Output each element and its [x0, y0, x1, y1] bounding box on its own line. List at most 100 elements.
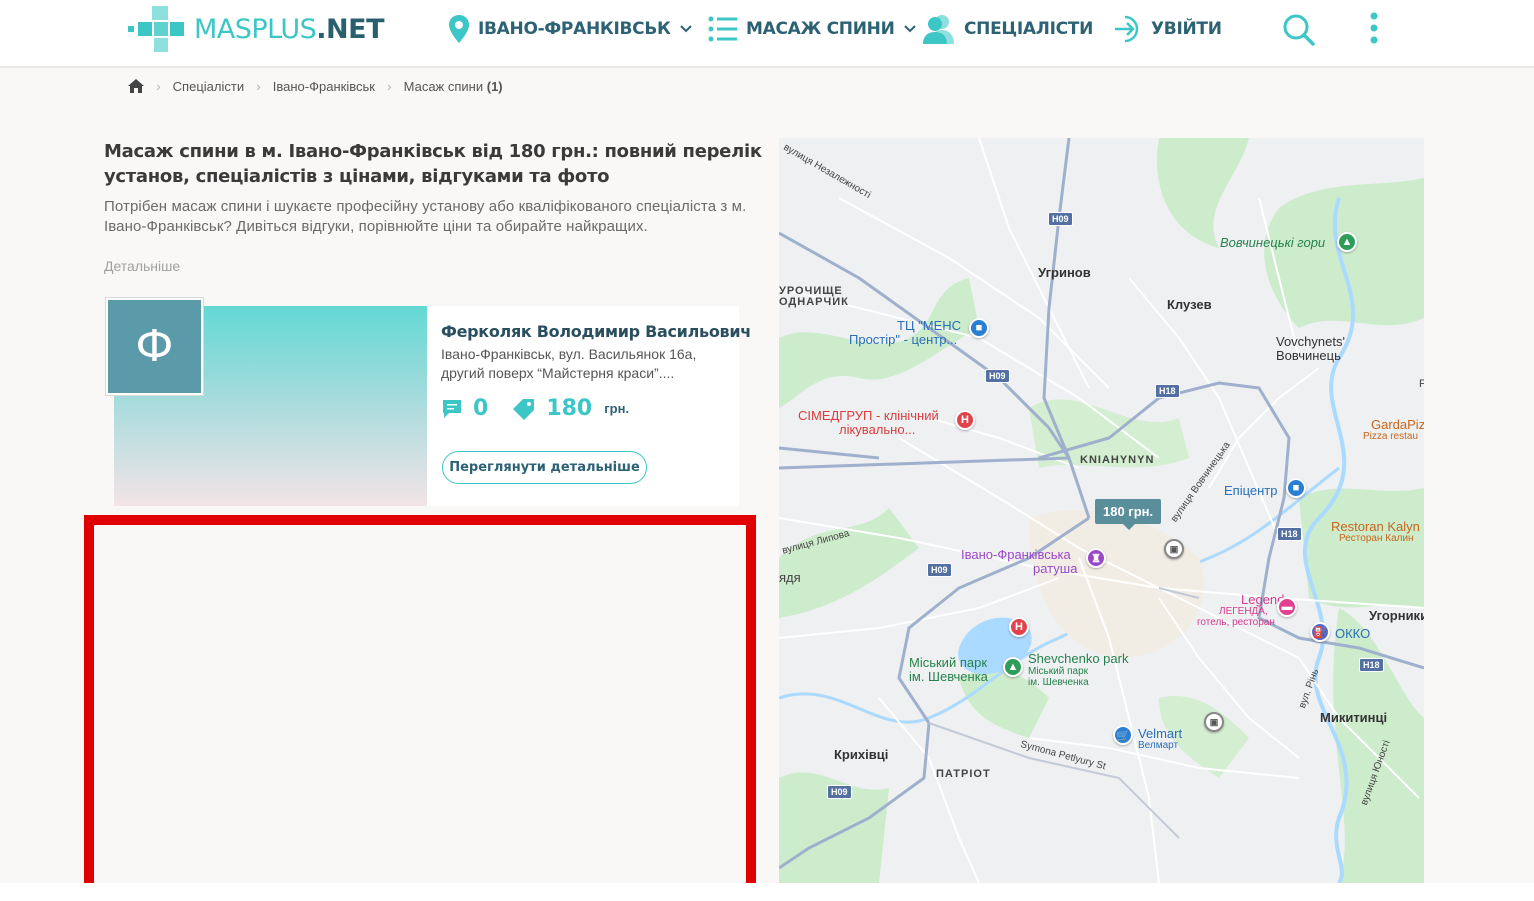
- transit-stop-icon[interactable]: ▣: [1164, 539, 1184, 559]
- road-badge: H18: [1359, 658, 1384, 672]
- logo-text-net: .NET: [316, 13, 385, 45]
- breadcrumb-specialists[interactable]: Спеціалісти: [173, 79, 244, 94]
- nav-service-select[interactable]: Масаж спини: [708, 12, 917, 46]
- map-label-poi: Ресторан Калин: [1339, 533, 1414, 544]
- read-more-link[interactable]: Детальніше: [104, 258, 180, 274]
- price-value: 180: [546, 396, 593, 421]
- map-label-poi: ЛЕГЕНДА,: [1219, 606, 1268, 617]
- map-label-poi: Простір" - центр...: [849, 332, 958, 347]
- map-label-poi: ім. Шевченка: [909, 669, 988, 684]
- map-label-fragment: ядя: [779, 570, 801, 585]
- map-label-town: Клузев: [1167, 297, 1212, 312]
- transit-stop-icon[interactable]: ▣: [1204, 712, 1224, 732]
- breadcrumb-current-label: Масаж спини: [403, 78, 484, 94]
- map-price-marker[interactable]: 180 грн.: [1095, 499, 1162, 530]
- breadcrumb-separator-icon: ›: [156, 78, 161, 94]
- map-label-poi: СІМЕДГРУП - клінічний: [798, 408, 939, 423]
- nav-city-label: Івано-Франківськ: [478, 19, 671, 39]
- nav-specialists-label: Спеціалісти: [964, 19, 1094, 39]
- map-label-district: ОДНАРЧИК: [779, 296, 849, 308]
- nav-city-select[interactable]: Івано-Франківськ: [448, 12, 693, 46]
- map-label-poi: Restoran Kalyn: [1331, 519, 1420, 534]
- login-icon: [1115, 15, 1139, 43]
- comment-icon: [443, 399, 461, 418]
- specialist-address: Івано-Франківськ, вул. Васильянок 16а, д…: [441, 346, 697, 381]
- page-description: Потрібен масаж спини і шукаєте професійн…: [104, 198, 747, 235]
- hospital-pin-icon[interactable]: H: [1009, 617, 1029, 637]
- list-icon: [708, 16, 737, 42]
- shopping-cart-pin-icon[interactable]: 🛒: [1113, 725, 1133, 745]
- map-label-poi: Міський парк: [909, 655, 987, 670]
- map-label-town: Микитинці: [1320, 710, 1388, 725]
- park-pin-icon[interactable]: ▲: [1003, 657, 1023, 677]
- road-badge: H09: [927, 563, 952, 577]
- map-label-poi: GardaPiz: [1371, 417, 1424, 432]
- map-label-poi: Велмарт: [1138, 740, 1179, 751]
- breadcrumb-current: Масаж спини (1): [404, 79, 503, 94]
- breadcrumb-separator-icon: ›: [256, 78, 261, 94]
- map-label-poi: Shevchenko park: [1028, 651, 1129, 666]
- map-label-town: Vovchynets': [1276, 334, 1345, 349]
- map-label-fragment: Р: [1419, 378, 1424, 390]
- chevron-down-icon: [679, 25, 692, 33]
- map-label-poi: ТЦ "МЕНС: [897, 318, 962, 333]
- logo-cross-icon: [128, 6, 186, 52]
- map-label-poi: ратуша: [1033, 561, 1078, 576]
- logo-text-mas: MASPLUS: [194, 13, 317, 45]
- hotel-pin-icon[interactable]: ▬: [1277, 597, 1297, 617]
- page-title: Масаж спини в м. Івано-Франківськ від 18…: [104, 141, 762, 187]
- page-bottom-strip: [0, 883, 1534, 901]
- map-label-poi: готель, ресторан: [1197, 617, 1275, 628]
- map-label-poi: Pizza restau: [1363, 431, 1419, 442]
- map-label-poi: Епіцентр: [1224, 483, 1278, 498]
- map-label-town: Угорники: [1369, 608, 1424, 623]
- view-details-button[interactable]: Переглянути детальніше: [442, 451, 647, 484]
- landmark-pin-icon[interactable]: ♜: [1086, 548, 1106, 568]
- fuel-pin-icon[interactable]: ⛽: [1310, 622, 1330, 642]
- map-label-poi: ім. Шевченка: [1028, 677, 1089, 688]
- road-badge: H18: [1277, 527, 1302, 541]
- chevron-down-icon: [903, 25, 916, 33]
- road-badge: H09: [985, 369, 1010, 383]
- site-logo[interactable]: MASPLUS.NET: [128, 6, 385, 52]
- nav-service-label: Масаж спини: [746, 19, 895, 39]
- map-label-poi: Івано-Франківська: [961, 547, 1071, 562]
- site-header: MASPLUS.NET Івано-Франківськ Масаж спини…: [0, 0, 1534, 68]
- nav-login[interactable]: Увійти: [1113, 12, 1222, 46]
- search-icon[interactable]: [1282, 13, 1316, 47]
- breadcrumb-city[interactable]: Івано-Франківськ: [273, 79, 375, 94]
- hospital-pin-icon[interactable]: H: [955, 410, 975, 430]
- nav-login-label: Увійти: [1151, 19, 1222, 39]
- highlight-box: [84, 515, 756, 901]
- breadcrumb-count: (1): [486, 78, 503, 94]
- map-label-town: Угринов: [1038, 265, 1091, 280]
- more-menu-icon[interactable]: [1368, 12, 1380, 46]
- location-pin-icon: [449, 15, 469, 43]
- map[interactable]: H09 H09 H18 H18 H09 H18 H09 вулиця Незал…: [779, 138, 1424, 883]
- price-unit: грн.: [604, 401, 630, 416]
- shopping-pin-icon[interactable]: ■: [969, 318, 989, 338]
- breadcrumb: › Спеціалісти › Івано-Франківськ › Масаж…: [128, 78, 503, 94]
- map-label-poi: Міський парк: [1028, 666, 1088, 677]
- map-label-poi: Velmart: [1138, 726, 1183, 741]
- card-stats: 0 180 грн.: [441, 396, 629, 421]
- reviews-count: 0: [473, 396, 489, 421]
- road-badge: H18: [1155, 384, 1180, 398]
- map-label-town: Крихівці: [834, 747, 889, 762]
- avatar[interactable]: Ф: [106, 298, 203, 395]
- map-label-district: KNIAHYNYN: [1080, 454, 1155, 466]
- breadcrumb-separator-icon: ›: [386, 78, 392, 94]
- road-badge: H09: [1048, 212, 1073, 226]
- map-label-district: ПАТРІОТ: [936, 768, 991, 780]
- map-label-town: Вовчинець: [1276, 348, 1341, 363]
- home-icon[interactable]: [128, 79, 144, 93]
- road-badge: H09: [827, 785, 852, 799]
- shopping-pin-icon[interactable]: ■: [1286, 478, 1306, 498]
- map-label-poi: лікувально...: [839, 422, 916, 437]
- park-pin-icon[interactable]: ▲: [1337, 232, 1357, 252]
- map-label-poi: Вовчинецькі гори: [1220, 235, 1326, 250]
- price-tag-icon: [513, 398, 535, 420]
- specialist-name[interactable]: Ферколяк Володимир Васильович: [441, 322, 751, 341]
- nav-specialists[interactable]: Спеціалісти: [922, 12, 1093, 46]
- map-label-poi: ОККО: [1335, 626, 1371, 641]
